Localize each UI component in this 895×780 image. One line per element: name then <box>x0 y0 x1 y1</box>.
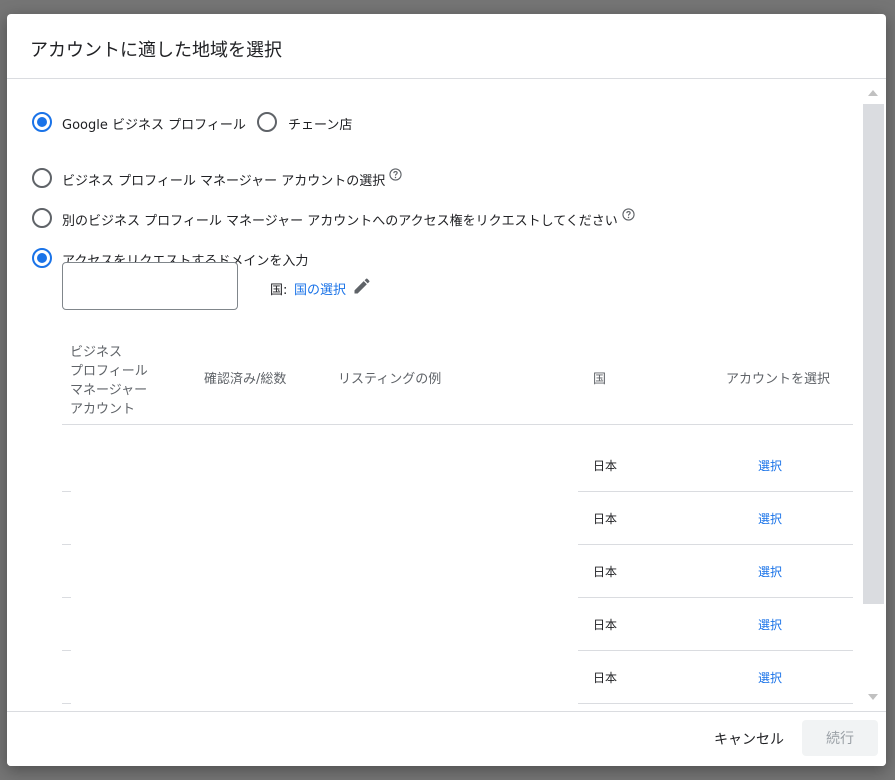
row-divider <box>578 597 853 598</box>
table-row-select-link[interactable]: 選択 <box>758 563 782 580</box>
table-row-select-link[interactable]: 選択 <box>758 510 782 527</box>
row-divider <box>578 544 853 545</box>
table-row-country: 日本 <box>593 671 618 685</box>
scrollbar-thumb[interactable] <box>863 104 884 604</box>
column-header-account: ビジネス プロフィール マネージャー アカウント <box>70 345 148 417</box>
table-row-country: 日本 <box>593 618 618 632</box>
column-header-select-account: アカウントを選択 <box>726 372 831 387</box>
help-icon[interactable] <box>389 168 402 181</box>
table-row-select-link[interactable]: 選択 <box>758 669 782 686</box>
row-divider-tick <box>62 650 71 651</box>
radio-enter-domain[interactable] <box>32 248 52 268</box>
dialog-title: アカウントに適した地域を選択 <box>30 40 282 61</box>
row-divider <box>578 491 853 492</box>
table-header-divider <box>62 424 853 425</box>
dialog-content[interactable]: Google ビジネス プロフィール チェーン店 ビジネス プロフィール マネー… <box>7 79 863 711</box>
radio-request-access-other-account[interactable] <box>32 208 52 228</box>
cancel-button[interactable]: キャンセル <box>704 722 794 756</box>
radio-label-google-business-profile[interactable]: Google ビジネス プロフィール <box>62 114 246 133</box>
table-row-select-link[interactable]: 選択 <box>758 616 782 633</box>
radio-google-business-profile[interactable] <box>32 112 52 132</box>
dialog-footer: キャンセル 続行 <box>7 711 886 766</box>
select-country-link[interactable]: 国の選択 <box>294 279 346 298</box>
radio-select-manager-account[interactable] <box>32 168 52 188</box>
radio-label-select-manager-account[interactable]: ビジネス プロフィール マネージャー アカウントの選択 <box>62 170 385 189</box>
row-divider <box>578 703 853 704</box>
scroll-up-arrow-icon[interactable] <box>868 90 878 96</box>
table-row-select-link[interactable]: 選択 <box>758 457 782 474</box>
table-row-country: 日本 <box>593 565 618 579</box>
domain-input[interactable] <box>62 262 238 310</box>
help-icon[interactable] <box>622 208 635 221</box>
pencil-icon[interactable] <box>352 276 372 296</box>
radio-label-chain-store[interactable]: チェーン店 <box>288 114 352 133</box>
radio-chain-store[interactable] <box>257 112 277 132</box>
select-region-dialog: アカウントに適した地域を選択 Google ビジネス プロフィール チェーン店 … <box>7 14 886 766</box>
column-header-listing-example: リスティングの例 <box>338 372 442 387</box>
row-divider <box>578 650 853 651</box>
column-header-country: 国 <box>593 372 607 387</box>
radio-label-request-access-other-account[interactable]: 別のビジネス プロフィール マネージャー アカウントへのアクセス権をリクエストし… <box>62 210 618 229</box>
table-row-country: 日本 <box>593 512 618 526</box>
column-header-verified: 確認済み/総数 <box>204 372 287 387</box>
row-divider-tick <box>62 544 71 545</box>
dialog-header: アカウントに適した地域を選択 <box>7 14 886 79</box>
country-label: 国: <box>270 283 288 298</box>
continue-button[interactable]: 続行 <box>802 720 878 756</box>
scroll-down-arrow-icon[interactable] <box>868 694 878 700</box>
row-divider-tick <box>62 597 71 598</box>
row-divider-tick <box>62 491 71 492</box>
table-row-country: 日本 <box>593 459 618 473</box>
row-divider-tick <box>62 703 71 704</box>
